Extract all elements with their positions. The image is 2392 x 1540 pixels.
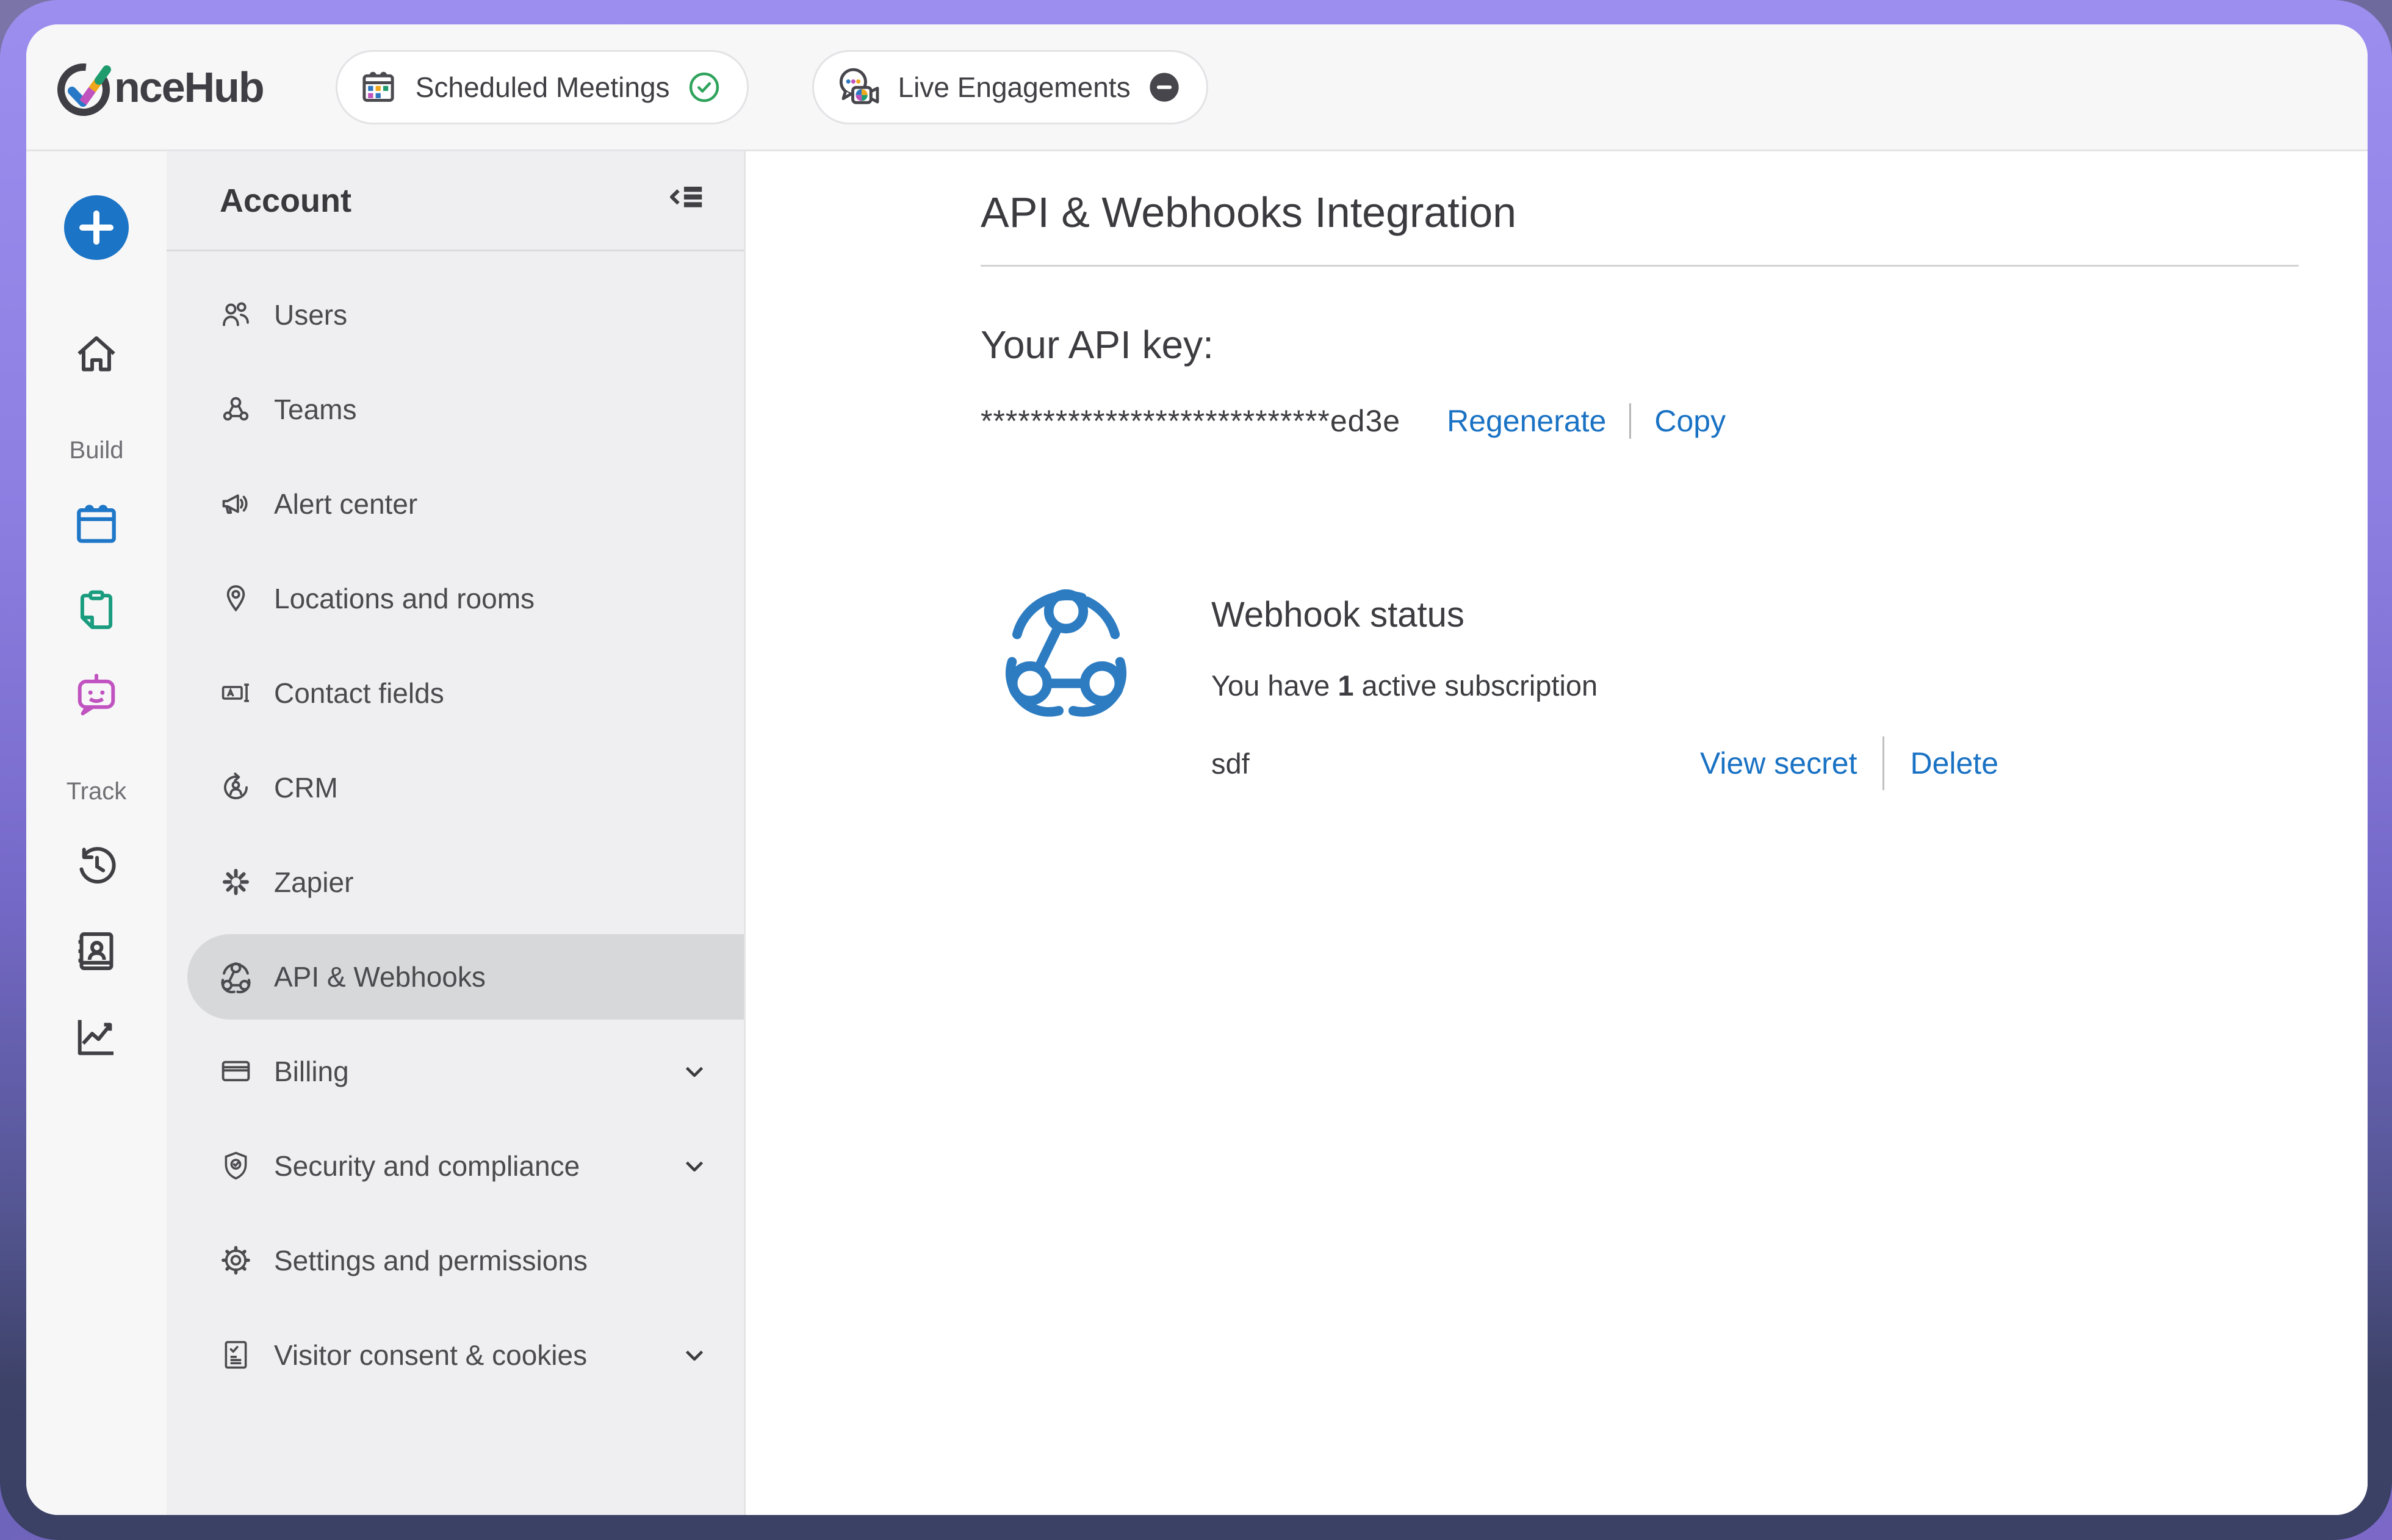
app-logo: nceHub bbox=[56, 56, 264, 119]
link-separator bbox=[1629, 403, 1631, 439]
webhook-section: Webhook status You have 1 active subscri… bbox=[981, 575, 2368, 790]
product-live-engagements[interactable]: Live Engagements bbox=[812, 50, 1208, 124]
sidebar-item-settings-and-permissions[interactable]: Settings and permissions bbox=[167, 1213, 744, 1308]
product-scheduled-meetings[interactable]: Scheduled Meetings bbox=[336, 50, 749, 124]
credit-card-icon bbox=[218, 1054, 253, 1088]
chevron-down-icon[interactable] bbox=[680, 1152, 708, 1180]
webhook-status-heading: Webhook status bbox=[1211, 592, 1998, 638]
rail-section-build: Build bbox=[70, 437, 124, 464]
product-label: Live Engagements bbox=[898, 71, 1131, 104]
line-chart-icon bbox=[71, 1011, 122, 1062]
calendar-icon bbox=[358, 67, 398, 107]
window-frame: nceHub Scheduled Meetings bbox=[0, 0, 2392, 1540]
history-clock-icon bbox=[71, 840, 122, 891]
check-circle-icon bbox=[687, 70, 721, 104]
collapse-sidebar-icon[interactable] bbox=[663, 178, 708, 223]
rail-item-contacts[interactable] bbox=[70, 925, 123, 977]
users-icon bbox=[218, 297, 253, 332]
rail-item-booking-calendar[interactable] bbox=[70, 498, 123, 551]
consent-document-icon bbox=[218, 1337, 253, 1372]
rail-item-analytics[interactable] bbox=[70, 1010, 123, 1063]
api-key-heading: Your API key: bbox=[981, 319, 2368, 370]
teams-icon bbox=[218, 392, 253, 426]
api-key-value: ****************************ed3e bbox=[981, 400, 1400, 442]
minus-circle-icon[interactable] bbox=[1148, 71, 1181, 104]
sidebar-item-zapier[interactable]: Zapier bbox=[167, 835, 744, 929]
megaphone-icon bbox=[218, 486, 253, 521]
rail-item-booking-pages[interactable] bbox=[70, 584, 123, 636]
logo-wordmark: nceHub bbox=[114, 63, 264, 112]
rail-item-activity[interactable] bbox=[70, 840, 123, 892]
sidebar-item-users[interactable]: Users bbox=[167, 267, 744, 362]
account-sidebar: Account bbox=[167, 151, 746, 1515]
webhook-status-icon bbox=[994, 575, 1138, 719]
webhook-name: sdf bbox=[1211, 747, 1250, 780]
left-rail: Build bbox=[26, 151, 167, 1515]
create-new-button[interactable] bbox=[64, 195, 129, 260]
product-label: Scheduled Meetings bbox=[416, 71, 670, 104]
clipboard-icon bbox=[71, 585, 122, 636]
app-window: nceHub Scheduled Meetings bbox=[26, 24, 2368, 1515]
main-content: API & Webhooks Integration Your API key:… bbox=[746, 151, 2368, 1515]
shield-check-icon bbox=[218, 1148, 253, 1183]
webhook-status-text: You have 1 active subscription bbox=[1211, 667, 1998, 705]
sidebar-item-visitor-consent[interactable]: Visitor consent & cookies bbox=[167, 1308, 744, 1402]
rail-section-track: Track bbox=[67, 778, 127, 805]
sidebar-item-api-webhooks[interactable]: API & Webhooks bbox=[167, 929, 744, 1024]
active-subscription-count: 1 bbox=[1338, 669, 1353, 702]
gear-icon bbox=[218, 1243, 253, 1278]
zapier-icon bbox=[218, 865, 253, 899]
oncehub-logo-icon bbox=[56, 56, 117, 119]
sidebar-title: Account bbox=[220, 182, 663, 220]
sidebar-menu: Users Teams bbox=[167, 251, 744, 1402]
contacts-book-icon bbox=[71, 926, 122, 977]
home-icon bbox=[71, 329, 122, 380]
sidebar-item-billing[interactable]: Billing bbox=[167, 1024, 744, 1118]
top-bar: nceHub Scheduled Meetings bbox=[26, 24, 2368, 151]
chevron-down-icon[interactable] bbox=[680, 1341, 708, 1369]
webhook-icon bbox=[218, 959, 253, 994]
sidebar-item-security-and-compliance[interactable]: Security and compliance bbox=[167, 1118, 744, 1213]
contact-fields-icon bbox=[218, 675, 253, 710]
rail-item-home[interactable] bbox=[70, 328, 123, 381]
sidebar-item-alert-center[interactable]: Alert center bbox=[167, 456, 744, 551]
page-title: API & Webhooks Integration bbox=[981, 184, 2368, 240]
rail-item-chatbot[interactable] bbox=[70, 669, 123, 722]
link-separator bbox=[1882, 736, 1884, 790]
sidebar-item-contact-fields[interactable]: Contact fields bbox=[167, 646, 744, 740]
booking-calendar-icon bbox=[71, 499, 122, 550]
regenerate-link[interactable]: Regenerate bbox=[1447, 400, 1606, 442]
sidebar-header: Account bbox=[167, 151, 744, 251]
view-secret-link[interactable]: View secret bbox=[1700, 746, 1857, 781]
sidebar-item-locations-and-rooms[interactable]: Locations and rooms bbox=[167, 551, 744, 646]
chevron-down-icon[interactable] bbox=[680, 1057, 708, 1085]
api-key-row: ****************************ed3e Regener… bbox=[981, 400, 2368, 442]
sidebar-item-teams[interactable]: Teams bbox=[167, 362, 744, 456]
copy-link[interactable]: Copy bbox=[1654, 400, 1726, 442]
crm-icon bbox=[218, 770, 253, 805]
delete-link[interactable]: Delete bbox=[1910, 746, 1998, 781]
chatbot-icon bbox=[71, 670, 122, 721]
sidebar-item-crm[interactable]: CRM bbox=[167, 740, 744, 835]
map-pin-icon bbox=[218, 581, 253, 616]
live-engagements-icon bbox=[835, 66, 881, 109]
title-divider bbox=[981, 265, 2299, 267]
